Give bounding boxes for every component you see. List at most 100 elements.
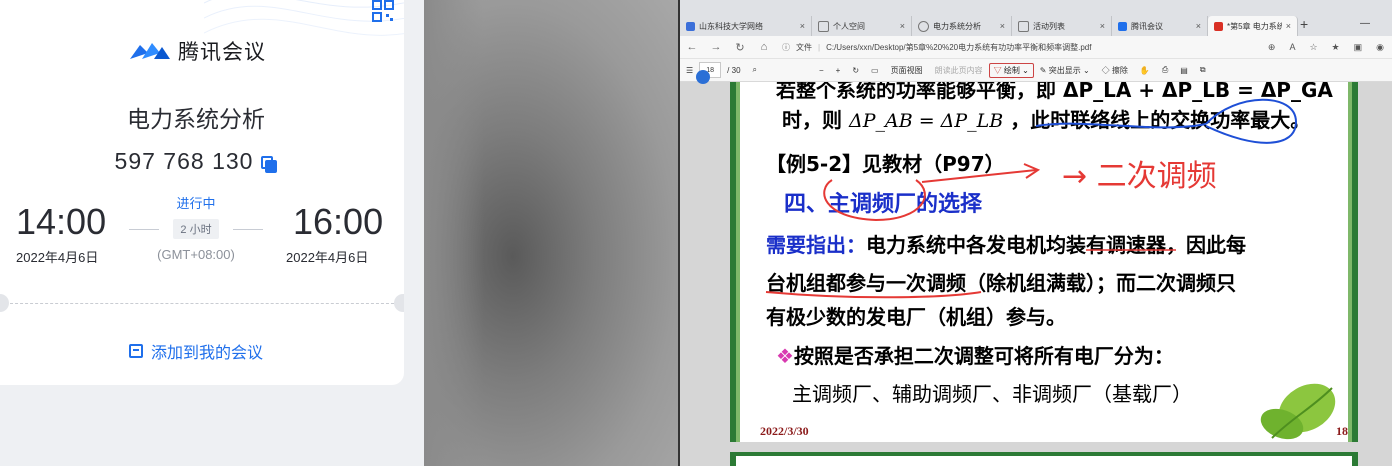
address-bar-icons: ⊕ A ☆ ★ ▣ ◉ [1268, 42, 1392, 53]
meeting-card: 腾讯会议 电力系统分析 597 768 130 14:00 2022年4月6日 … [0, 0, 404, 385]
rotate-icon[interactable]: ↻ [846, 66, 865, 75]
close-icon[interactable]: × [1196, 21, 1201, 31]
globe-icon [918, 20, 929, 32]
slide-bullet-text: 按照是否承担二次调整可将所有电厂分为： [793, 344, 1174, 368]
tab-tencent-meeting[interactable]: 腾讯会议 × [1112, 16, 1208, 36]
favorite-icon[interactable]: ☆ [1309, 42, 1317, 53]
leaf-decoration-icon [1260, 383, 1336, 440]
slide-line-1-pre: 时，则 [782, 108, 842, 132]
forward-icon[interactable]: → [704, 41, 728, 53]
refresh-icon[interactable]: ↻ [728, 41, 752, 54]
fit-page-icon[interactable]: ▭ [865, 66, 885, 75]
tencent-meeting-icon [1118, 21, 1127, 31]
calendar-icon [128, 344, 143, 358]
zoom-icon[interactable]: ⊕ [1268, 42, 1276, 53]
profile-icon[interactable]: ◉ [1376, 42, 1384, 53]
zoom-out-icon[interactable]: − [813, 66, 830, 75]
slide-border-left [736, 82, 740, 442]
close-icon[interactable]: × [900, 21, 905, 31]
pen-icon: ▽ [993, 65, 1002, 75]
save-icon[interactable]: ▤ [1174, 66, 1194, 75]
page-icon [1018, 20, 1029, 32]
brand-name: 腾讯会议 [178, 41, 266, 64]
close-icon[interactable]: × [1286, 21, 1291, 31]
mouse-cursor [696, 70, 710, 84]
touch-icon[interactable]: ✋ [1134, 66, 1156, 75]
highlight-label: 突出显示 [1048, 65, 1081, 75]
url-text: C:/Users/xxn/Desktop/第5章%20%20电力系统有功功率平衡… [826, 42, 1092, 52]
school-icon [686, 21, 695, 31]
tab-label: 活动列表 [1033, 21, 1065, 31]
url-field[interactable]: ⓘ 文件 | C:/Users/xxn/Desktop/第5章%20%20电力系… [782, 42, 1268, 53]
erase-button[interactable]: ◇ 擦除 [1096, 65, 1134, 76]
slide-plant-types: 主调频厂、辅助调频厂、非调频厂（基载厂） [792, 382, 1192, 406]
page-view-button[interactable]: 页面视图 [885, 65, 929, 76]
url-prefix: 文件 [796, 42, 812, 52]
slide-border-right [1348, 82, 1352, 442]
tab-school[interactable]: 山东科技大学网络 × [680, 16, 812, 36]
add-to-my-meetings-button[interactable]: 添加到我的会议 [0, 339, 404, 363]
edge-browser-window: 山东科技大学网络 × 个人空间 × 电力系统分析 × 活动列表 × 腾讯会议 ×… [678, 0, 1392, 466]
collections-icon[interactable]: ▣ [1354, 42, 1363, 53]
pdf-icon [1214, 21, 1223, 31]
tab-label: *第5章 电力系统的 [1227, 21, 1282, 31]
back-icon[interactable]: ← [680, 41, 704, 53]
brand: 腾讯会议 [128, 36, 266, 66]
slide-para-line-2: 台机组都参与一次调频（除机组满载）；而二次调频只 [766, 271, 1236, 295]
qr-code-icon[interactable] [372, 0, 394, 22]
ticket-notch-right [394, 294, 404, 312]
tab-pdf-chapter5[interactable]: *第5章 电力系统的 × [1208, 16, 1298, 36]
add-to-my-meetings-label: 添加到我的会议 [150, 345, 263, 362]
tab-bar: 山东科技大学网络 × 个人空间 × 电力系统分析 × 活动列表 × 腾讯会议 ×… [680, 0, 1392, 36]
copy-icon[interactable] [261, 155, 278, 173]
handwriting-note: → 二次调频 [1062, 159, 1217, 194]
duration-badge: 2 小时 [173, 219, 219, 239]
divider [232, 228, 263, 230]
slide-page-number: 18 [1336, 424, 1348, 438]
slide-para-line-3: 有极少数的发电厂（机组）参与。 [766, 305, 1066, 329]
zoom-in-icon[interactable]: + [830, 66, 847, 75]
tab-label: 电力系统分析 [933, 21, 981, 31]
next-pdf-slide [730, 452, 1358, 466]
slide-example: 【例5-2】见教材（P97） [766, 152, 1005, 176]
address-bar: ← → ↻ ⌂ ⓘ 文件 | C:/Users/xxn/Desktop/第5章%… [680, 36, 1392, 58]
end-date: 2022年4月6日 [286, 250, 369, 265]
divider [129, 228, 160, 230]
slide-para-text: 电力系统中各发电机均装有调速器，因此每 [866, 233, 1246, 257]
minimize-icon[interactable]: — [1360, 18, 1370, 29]
slide-heading: 四、主调频厂的选择 [784, 192, 983, 217]
slide-line-0: 若整个系统的功率能够平衡，即 ΔP_LA + ΔP_LB = ΔP_GA [776, 82, 1333, 102]
read-aloud-icon[interactable]: A [1289, 42, 1295, 53]
close-icon[interactable]: × [1100, 21, 1105, 31]
highlight-button[interactable]: ✎ 突出显示 ⌄ [1034, 65, 1096, 76]
blurred-background [424, 0, 678, 466]
tab-activity-list[interactable]: 活动列表 × [1012, 16, 1112, 36]
new-tab-button[interactable]: + [1300, 16, 1308, 32]
diamond-bullet-icon: ❖ [776, 344, 794, 368]
search-icon[interactable]: ⌕ [747, 65, 763, 75]
tab-power-system[interactable]: 电力系统分析 × [912, 16, 1012, 36]
tencent-meeting-logo-icon [130, 43, 170, 59]
pdf-toolbar: ☰ 18 / 30 ⌕ − + ↻ ▭ 页面视图 朗读此页内容 ▽ 绘制 ⌄ ✎… [680, 58, 1392, 82]
print-icon[interactable]: ⎙ [1156, 65, 1174, 75]
favorites-list-icon[interactable]: ★ [1332, 42, 1340, 53]
slide-formula: ΔP_AB = ΔP_LB [848, 110, 1004, 132]
draw-button[interactable]: ▽ 绘制 ⌄ [988, 62, 1034, 78]
page-view-label: 页面视图 [890, 65, 923, 75]
close-icon[interactable]: × [800, 21, 805, 31]
read-aloud-button[interactable]: 朗读此页内容 [929, 65, 989, 76]
save-as-icon[interactable]: ⧉ [1194, 65, 1212, 75]
meeting-id-row: 597 768 130 [0, 148, 404, 175]
info-icon: ⓘ [782, 42, 790, 52]
meeting-panel: 腾讯会议 电力系统分析 597 768 130 14:00 2022年4月6日 … [0, 0, 424, 466]
home-icon[interactable]: ⌂ [752, 41, 776, 53]
slide-line-1: 时，则 ΔP_AB = ΔP_LB ，此时联络线上的交换功率最大。 [782, 104, 1310, 133]
page-total: / 30 [727, 65, 741, 75]
close-icon[interactable]: × [1000, 21, 1005, 31]
slide-para-line-1: 需要指出：电力系统中各发电机均装有调速器，因此每 [766, 229, 1246, 258]
tab-personal-space[interactable]: 个人空间 × [812, 16, 912, 36]
draw-label: 绘制 [1003, 65, 1020, 75]
slide-date: 2022/3/30 [760, 424, 809, 438]
slide-line-1-post: ，此时联络线上的交换功率最大。 [1010, 108, 1311, 132]
pdf-slide: 若整个系统的功率能够平衡，即 ΔP_LA + ΔP_LB = ΔP_GA 时，则… [730, 82, 1358, 442]
